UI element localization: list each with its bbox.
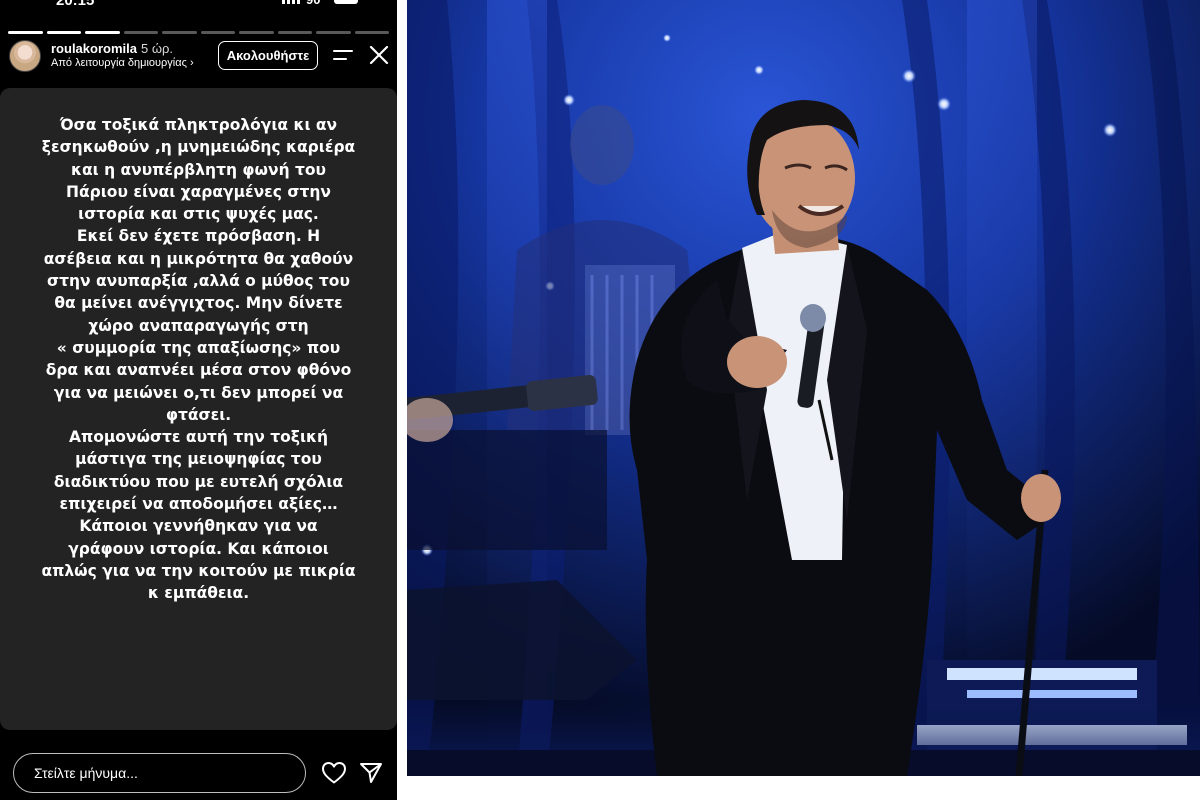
story-progress-segment: [162, 31, 197, 34]
concert-photo: [407, 0, 1200, 776]
follow-button[interactable]: Ακολουθήστε: [218, 41, 318, 70]
close-icon[interactable]: [368, 44, 390, 66]
story-text-line: κ εμπάθεια.: [147, 584, 250, 603]
instagram-story: 20:15 90 roulakoromila 5 ώρ. Από λειτουρ…: [0, 0, 397, 800]
story-text-line: γράφουν ιστορία. Και κάποιοι: [68, 539, 329, 558]
story-progress-segment: [123, 31, 158, 34]
story-text-line: « συμμορία της απαξίωσης» που: [56, 338, 341, 357]
username[interactable]: roulakoromila: [51, 41, 137, 56]
story-text-line: ασέβεια και η μικρότητα θα χαθούν: [43, 249, 354, 268]
post-time: 5 ώρ.: [141, 41, 173, 56]
story-progress-segment: [85, 31, 120, 34]
story-text-line: δρα και αναπνέει μέσα στον φθόνο: [45, 361, 352, 380]
singer-on-stage-image: [407, 0, 1200, 776]
story-text-line: απλώς για να την κοιτούν με πικρία: [41, 561, 356, 580]
creator-mode-link[interactable]: Από λειτουργία δημιουργίας ›: [51, 57, 194, 69]
message-input[interactable]: Στείλτε μήνυμα...: [13, 753, 306, 793]
story-text-line: και η ανυπέρβλητη φωνή του: [70, 160, 327, 179]
story-progress-segment: [277, 31, 312, 34]
battery-icon: [334, 0, 358, 4]
story-progress-segment: [8, 31, 43, 34]
story-text-line: ιστορία και στις ψυχές μας.: [78, 205, 319, 224]
story-text-line: στην ανυπαρξία ,αλλά ο μύθος του: [47, 272, 350, 291]
status-time: 20:15: [56, 0, 95, 9]
status-bar: 20:15 90: [0, 0, 397, 22]
story-text-line: Κάποιοι γεννήθηκαν για να: [79, 517, 318, 536]
avatar[interactable]: [9, 40, 41, 72]
story-text-line: ξεσηκωθούν ,η μνημειώδης καριέρα: [41, 138, 356, 157]
story-text-line: Εκεί δεν έχετε πρόσβαση. Η: [76, 227, 321, 246]
story-text-line: Όσα τοξικά πληκτρολόγια κι αν: [59, 116, 338, 134]
story-text-line: επιχειρεί να αποδομήσει αξίες…: [59, 495, 338, 514]
story-text-line: φτάσει.: [165, 405, 232, 424]
story-text-line: χώρο αναπαραγωγής στη: [88, 316, 309, 335]
send-icon[interactable]: [359, 761, 383, 785]
message-placeholder: Στείλτε μήνυμα...: [34, 765, 138, 781]
story-text-line: θα μείνει ανέγγιχτος. Μην δίνετε: [54, 294, 343, 313]
story-content-card: Όσα τοξικά πληκτρολόγια κι αν ξεσηκωθούν …: [0, 88, 397, 730]
story-header: roulakoromila 5 ώρ. Από λειτουργία δημιο…: [0, 36, 397, 78]
page-background-strip: [407, 776, 1200, 800]
story-progress-segment: [354, 31, 389, 34]
story-progress-segment: [46, 31, 81, 34]
story-text-line: μάστιγα της μειοψηφίας του: [75, 450, 322, 469]
story-progress-bars: [8, 31, 389, 34]
story-progress-segment: [316, 31, 351, 34]
story-progress-segment: [200, 31, 235, 34]
menu-icon[interactable]: [332, 46, 354, 64]
battery-level: 90: [306, 0, 320, 7]
heart-icon[interactable]: [321, 761, 347, 785]
story-text-line: Πάριου είναι χαραγμένες στην: [66, 182, 331, 201]
story-progress-segment: [239, 31, 274, 34]
guitar: [407, 375, 607, 550]
story-text: Όσα τοξικά πληκτρολόγια κι αν ξεσηκωθούν …: [20, 114, 377, 605]
signal-icon: [282, 0, 300, 4]
story-text-line: για να μειώνει ο,τι δεν μπορεί να: [53, 383, 344, 402]
story-text-line: Απομονώστε αυτή την τοξική: [68, 428, 329, 447]
story-text-line: διαδικτύου που με ευτελή σχόλια: [53, 472, 344, 491]
